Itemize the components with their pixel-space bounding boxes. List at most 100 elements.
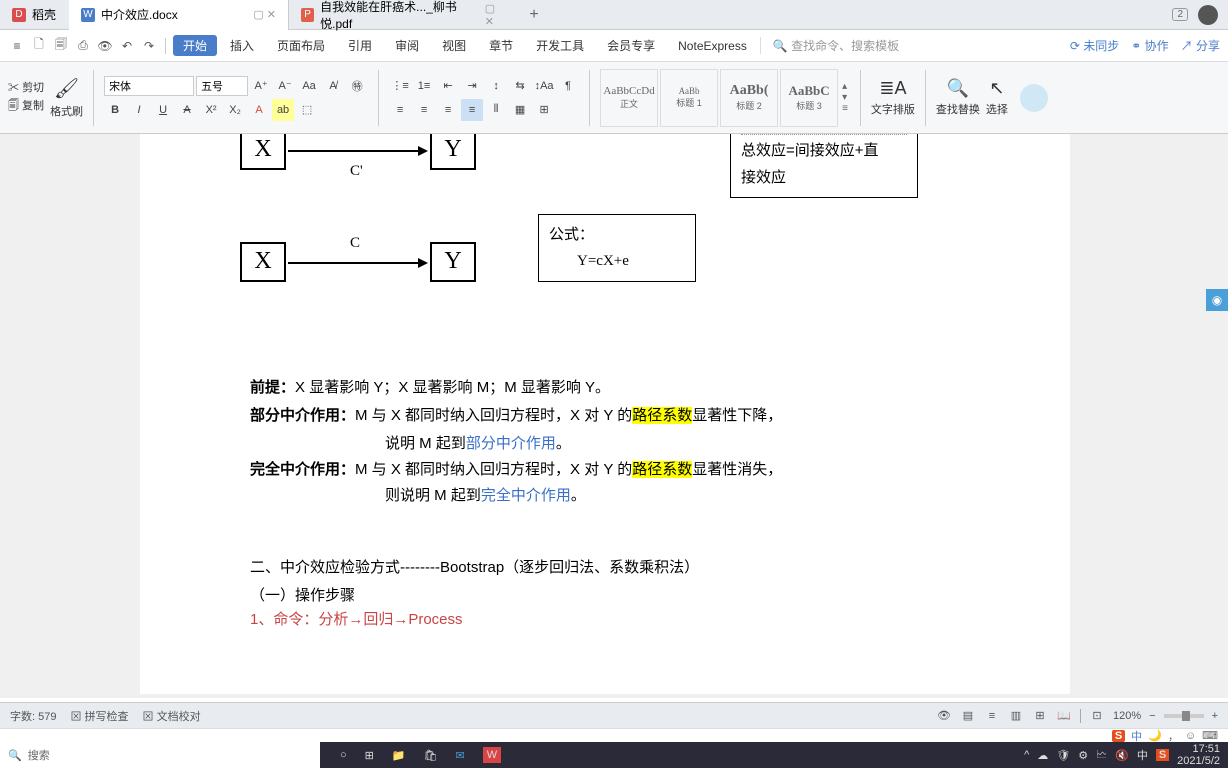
share-button[interactable]: ↗ 分享: [1181, 37, 1220, 54]
copy-button[interactable]: 🗐 复制: [8, 97, 44, 116]
align-left-icon[interactable]: ≡: [389, 99, 411, 121]
tab-actions-icon[interactable]: ▢ ✕: [253, 8, 276, 21]
command-search[interactable]: 🔍 查找命令、搜索模板: [760, 37, 899, 54]
tray-ime-icon[interactable]: S: [1156, 749, 1169, 761]
ime-emoji-icon[interactable]: ☺: [1185, 730, 1196, 742]
menu-ref[interactable]: 引用: [338, 35, 382, 56]
line-spacing-icon[interactable]: ↕Aa: [533, 75, 555, 97]
save-icon[interactable]: 🗋: [30, 37, 48, 55]
menu-start[interactable]: 开始: [173, 35, 217, 56]
align-center-icon[interactable]: ≡: [413, 99, 435, 121]
subscript-icon[interactable]: X₂: [224, 99, 246, 121]
store-icon[interactable]: 🛍: [424, 749, 438, 762]
taskbar-date[interactable]: 2021/5/2: [1177, 755, 1220, 767]
increase-font-icon[interactable]: A⁺: [250, 75, 272, 97]
style-scroll-up-icon[interactable]: ▴: [842, 81, 848, 92]
select-cursor-icon[interactable]: ↖: [989, 78, 1004, 99]
zoom-level[interactable]: 120%: [1113, 710, 1141, 722]
outline-view-icon[interactable]: ▥: [1008, 708, 1024, 724]
sort-icon[interactable]: ↕: [485, 75, 507, 97]
font-size-select[interactable]: [196, 76, 248, 96]
change-case-icon[interactable]: Aa: [298, 75, 320, 97]
menu-icon[interactable]: ≡: [8, 37, 26, 55]
tab-pdf[interactable]: P 自我效能在肝癌术..._柳书悦.pdf ▢ ✕: [289, 0, 519, 30]
page-view-icon[interactable]: ▤: [960, 708, 976, 724]
style-h3[interactable]: AaBbC标题 3: [780, 69, 838, 127]
ime-moon-icon[interactable]: 🌙: [1148, 729, 1162, 742]
tray-wifi-icon[interactable]: ⚙: [1078, 749, 1088, 762]
cut-button[interactable]: ✂ 剪切: [8, 79, 44, 95]
assistant-icon[interactable]: [1020, 84, 1048, 112]
preview-icon[interactable]: 👁: [96, 37, 114, 55]
tray-onedrive-icon[interactable]: ☁: [1037, 749, 1048, 762]
italic-icon[interactable]: I: [128, 99, 150, 121]
read-mode-icon[interactable]: 👁: [936, 708, 952, 724]
tray-shield-icon[interactable]: 🛡: [1056, 749, 1070, 762]
collab-button[interactable]: ⚭ 协作: [1131, 37, 1168, 54]
menu-layout[interactable]: 页面布局: [267, 35, 335, 56]
save-as-icon[interactable]: 🗐: [52, 37, 70, 55]
notification-badge[interactable]: 2: [1172, 8, 1188, 21]
decrease-font-icon[interactable]: A⁻: [274, 75, 296, 97]
bold-icon[interactable]: B: [104, 99, 126, 121]
menu-chapter[interactable]: 章节: [479, 35, 523, 56]
word-count[interactable]: 字数: 579: [10, 708, 56, 724]
document-canvas[interactable]: X C' Y 总效应=间接效应+直 接效应 X C Y 公式： Y=cX+e 前…: [0, 134, 1228, 698]
ime-s-icon[interactable]: S: [1112, 730, 1125, 742]
font-family-select[interactable]: [104, 76, 194, 96]
bullet-list-icon[interactable]: ⋮≡: [389, 75, 411, 97]
number-list-icon[interactable]: 1≡: [413, 75, 435, 97]
menu-view[interactable]: 视图: [432, 35, 476, 56]
indent-right-icon[interactable]: ⇥: [461, 75, 483, 97]
tray-up-icon[interactable]: ^: [1024, 749, 1029, 761]
menu-review[interactable]: 审阅: [385, 35, 429, 56]
user-avatar[interactable]: [1198, 5, 1218, 25]
distribute-icon[interactable]: ⫴: [485, 99, 507, 121]
taskbar-time[interactable]: 17:51: [1177, 743, 1220, 755]
zoom-slider[interactable]: [1164, 714, 1204, 718]
paragraph-icon[interactable]: ¶: [557, 75, 579, 97]
style-scroll-down-icon[interactable]: ▾: [842, 92, 848, 103]
menu-noteexpress[interactable]: NoteExpress: [668, 37, 757, 55]
spell-check-toggle[interactable]: ⊠ 拼写检查: [70, 708, 128, 724]
indent-left-icon[interactable]: ⇤: [437, 75, 459, 97]
undo-icon[interactable]: ↶: [118, 37, 136, 55]
circled-text-icon[interactable]: ㊕: [346, 75, 368, 97]
align-justify-icon[interactable]: ≡: [461, 99, 483, 121]
sync-status[interactable]: ⟳ 未同步: [1070, 37, 1119, 54]
reader-icon[interactable]: 📖: [1056, 708, 1072, 724]
cortana-icon[interactable]: ○: [340, 749, 347, 761]
style-body[interactable]: AaBbCcDd正文: [600, 69, 658, 127]
side-locate-icon[interactable]: ◉: [1206, 289, 1228, 311]
tab-home[interactable]: D 稻壳: [0, 0, 69, 30]
font-color-icon[interactable]: A: [248, 99, 270, 121]
menu-devtools[interactable]: 开发工具: [526, 35, 594, 56]
taskbar-search[interactable]: 🔍 搜索: [0, 742, 320, 768]
menu-member[interactable]: 会员专享: [597, 35, 665, 56]
find-icon[interactable]: 🔍: [947, 78, 969, 99]
zoom-fit-icon[interactable]: ⊡: [1089, 708, 1105, 724]
web-view-icon[interactable]: ⊞: [1032, 708, 1048, 724]
tab-document[interactable]: W 中介效应.docx ▢ ✕: [69, 0, 289, 30]
style-h2[interactable]: AaBb(标题 2: [720, 69, 778, 127]
layout-view-icon[interactable]: ≡: [984, 708, 1000, 724]
format-brush-icon[interactable]: 🖌: [54, 76, 79, 101]
text-layout-icon[interactable]: ≣A: [879, 78, 906, 99]
char-border-icon[interactable]: ⬚: [296, 99, 318, 121]
explorer-icon[interactable]: 📁: [392, 749, 406, 762]
taskview-icon[interactable]: ⊞: [365, 749, 374, 762]
tab-actions-icon[interactable]: ▢ ✕: [485, 2, 506, 28]
new-tab-button[interactable]: +: [519, 6, 549, 24]
tray-sound-icon[interactable]: 🔇: [1115, 749, 1129, 762]
print-icon[interactable]: ⎙: [74, 37, 92, 55]
tab-icon[interactable]: ⇆: [509, 75, 531, 97]
underline-icon[interactable]: U: [152, 99, 174, 121]
style-expand-icon[interactable]: ≡: [842, 103, 848, 114]
proof-toggle[interactable]: ⊠ 文档校对: [143, 708, 201, 724]
mail-icon[interactable]: ✉: [456, 749, 465, 762]
wps-icon[interactable]: W: [483, 747, 501, 763]
superscript-icon[interactable]: X²: [200, 99, 222, 121]
zoom-out-icon[interactable]: −: [1149, 710, 1155, 722]
align-right-icon[interactable]: ≡: [437, 99, 459, 121]
tray-battery-icon[interactable]: 🗠: [1096, 746, 1107, 765]
